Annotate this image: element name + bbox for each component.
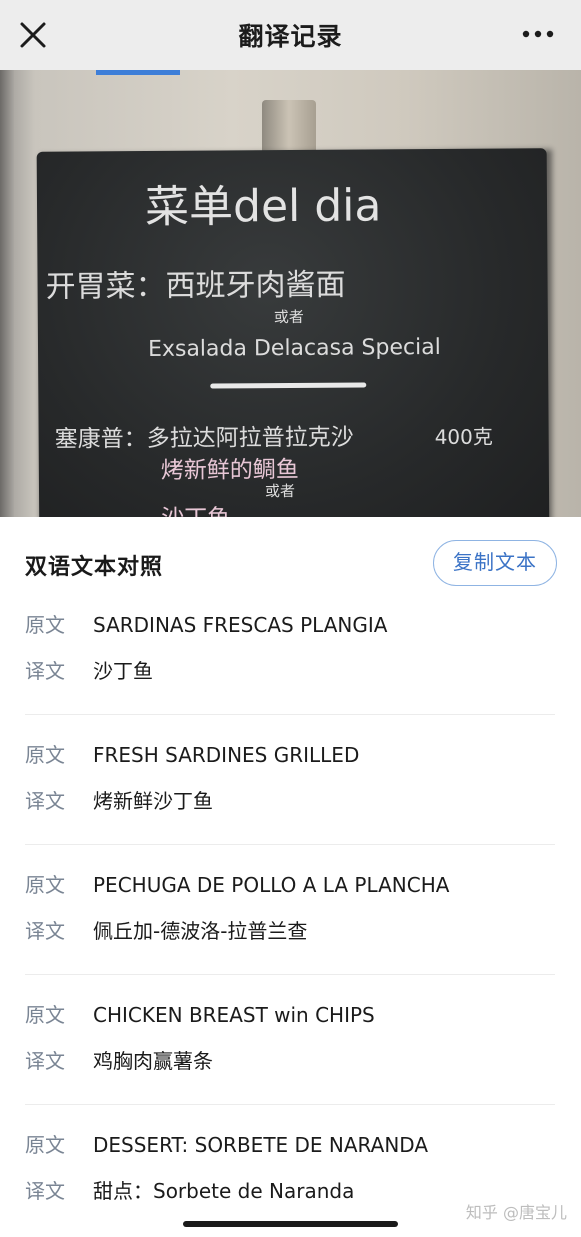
board-divider [210, 382, 367, 389]
translation-entry: 原文 SARDINAS FRESCAS PLANGIA 译文 沙丁鱼 [25, 517, 555, 683]
original-label: 原文 [25, 613, 65, 637]
board-line-second: 塞康普：多拉达阿拉普拉克沙 [54, 424, 354, 453]
original-text[interactable]: DESSERT: SORBETE DE NARANDA [93, 1130, 428, 1160]
photo-wall-edge [0, 70, 14, 517]
original-label: 原文 [25, 743, 65, 767]
original-label: 原文 [25, 1133, 65, 1157]
watermark: 知乎 @唐宝儿 [465, 1203, 567, 1222]
translation-label: 译文 [25, 1179, 65, 1203]
menu-photo: 菜单del dia 开胃菜：西班牙肉酱面 或者 Exsalada Delacas… [0, 70, 581, 517]
translation-entry: 原文 PECHUGA DE POLLO A LA PLANCHA 译文 佩丘加-… [25, 777, 555, 943]
original-label: 原文 [25, 1003, 65, 1027]
chalkboard: 菜单del dia 开胃菜：西班牙肉酱面 或者 Exsalada Delacas… [36, 148, 550, 517]
translation-entry: 原文 DESSERT: SORBETE DE NARANDA 译文 甜点：Sor… [25, 1037, 555, 1203]
translation-entry: 原文 FRESH SARDINES GRILLED 译文 烤新鲜沙丁鱼 [25, 647, 555, 813]
page-title: 翻译记录 [238, 22, 343, 51]
original-text[interactable]: CHICKEN BREAST win CHIPS [93, 1000, 375, 1030]
top-navigation-bar: 翻译记录 [0, 0, 581, 70]
tab-indicator [96, 70, 180, 75]
board-line-salad: Exsalada Delacasa Special [147, 334, 441, 363]
original-text[interactable]: SARDINAS FRESCAS PLANGIA [93, 610, 387, 640]
board-or-2: 或者 [264, 481, 296, 501]
translation-entry: 原文 CHICKEN BREAST win CHIPS 译文 鸡胸肉赢薯条 [25, 907, 555, 1073]
board-price: 400克 [434, 424, 493, 450]
board-title: 菜单del dia [144, 180, 382, 234]
board-or-1: 或者 [273, 307, 304, 327]
translation-text[interactable]: 甜点：Sorbete de Naranda [93, 1176, 354, 1206]
original-text[interactable]: FRESH SARDINES GRILLED [93, 740, 359, 770]
board-line-sardines: 沙丁鱼 [161, 498, 230, 517]
original-text[interactable]: PECHUGA DE POLLO A LA PLANCHA [93, 870, 449, 900]
more-dots-icon[interactable] [521, 22, 555, 46]
bilingual-sheet: 双语文本对照 复制文本 原文 SARDINAS FRESCAS PLANGIA … [0, 517, 581, 1237]
original-label: 原文 [25, 873, 65, 897]
home-indicator[interactable] [183, 1221, 398, 1227]
board-line-appetizer: 开胃菜：西班牙肉酱面 [45, 267, 346, 305]
